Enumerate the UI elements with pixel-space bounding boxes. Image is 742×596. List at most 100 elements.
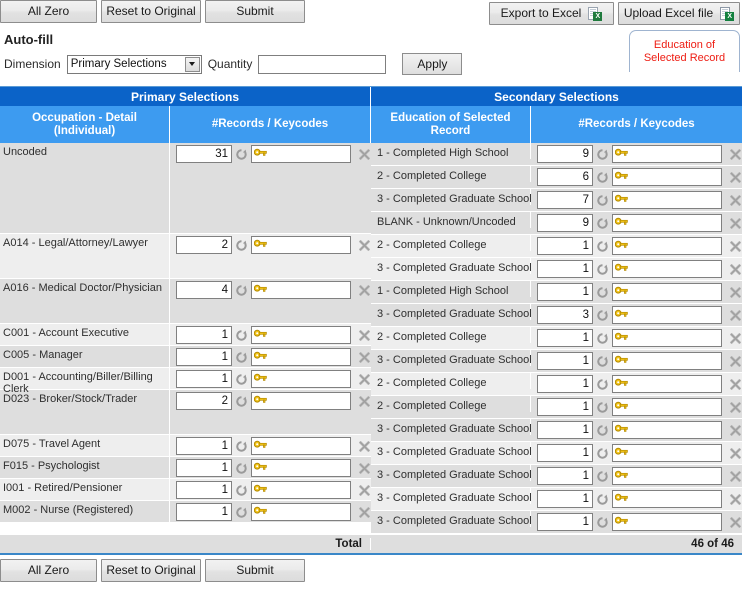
refresh-icon[interactable]	[235, 370, 248, 388]
refresh-icon[interactable]	[596, 214, 609, 232]
delete-x-icon[interactable]	[357, 481, 371, 499]
primary-count-input[interactable]	[176, 392, 232, 410]
primary-count-input[interactable]	[176, 370, 232, 388]
secondary-count-input[interactable]	[537, 306, 593, 324]
secondary-keycode-input[interactable]	[612, 306, 722, 324]
secondary-keycode-input[interactable]	[612, 214, 722, 232]
refresh-icon[interactable]	[235, 145, 248, 163]
delete-x-icon[interactable]	[357, 281, 371, 299]
refresh-icon[interactable]	[596, 375, 609, 393]
primary-keycode-input[interactable]	[251, 348, 351, 366]
primary-keycode-input[interactable]	[251, 437, 351, 455]
delete-x-icon[interactable]	[357, 370, 371, 388]
refresh-icon[interactable]	[596, 490, 609, 508]
refresh-icon[interactable]	[596, 421, 609, 439]
education-of-selected-record-tab[interactable]: Education of Selected Record	[629, 30, 740, 72]
refresh-icon[interactable]	[235, 481, 248, 499]
refresh-icon[interactable]	[235, 503, 248, 521]
reset-to-original-button-top[interactable]: Reset to Original	[101, 0, 201, 23]
secondary-count-input[interactable]	[537, 490, 593, 508]
refresh-icon[interactable]	[235, 348, 248, 366]
submit-button-bottom[interactable]: Submit	[205, 559, 305, 582]
secondary-count-input[interactable]	[537, 329, 593, 347]
delete-x-icon[interactable]	[728, 421, 742, 439]
refresh-icon[interactable]	[235, 281, 248, 299]
refresh-icon[interactable]	[596, 444, 609, 462]
secondary-count-input[interactable]	[537, 375, 593, 393]
secondary-keycode-input[interactable]	[612, 168, 722, 186]
secondary-keycode-input[interactable]	[612, 513, 722, 531]
refresh-icon[interactable]	[596, 398, 609, 416]
delete-x-icon[interactable]	[728, 444, 742, 462]
delete-x-icon[interactable]	[728, 260, 742, 278]
quantity-input[interactable]	[258, 54, 387, 74]
secondary-count-input[interactable]	[537, 168, 593, 186]
secondary-count-input[interactable]	[537, 237, 593, 255]
delete-x-icon[interactable]	[357, 503, 371, 521]
secondary-count-input[interactable]	[537, 467, 593, 485]
primary-keycode-input[interactable]	[251, 503, 351, 521]
delete-x-icon[interactable]	[728, 283, 742, 301]
delete-x-icon[interactable]	[728, 145, 742, 163]
secondary-keycode-input[interactable]	[612, 490, 722, 508]
primary-count-input[interactable]	[176, 437, 232, 455]
delete-x-icon[interactable]	[728, 375, 742, 393]
primary-keycode-input[interactable]	[251, 236, 351, 254]
primary-count-input[interactable]	[176, 348, 232, 366]
primary-count-input[interactable]	[176, 145, 232, 163]
primary-count-input[interactable]	[176, 481, 232, 499]
secondary-keycode-input[interactable]	[612, 467, 722, 485]
reset-to-original-button-bottom[interactable]: Reset to Original	[101, 559, 201, 582]
delete-x-icon[interactable]	[728, 214, 742, 232]
delete-x-icon[interactable]	[728, 467, 742, 485]
secondary-count-input[interactable]	[537, 513, 593, 531]
primary-keycode-input[interactable]	[251, 459, 351, 477]
secondary-keycode-input[interactable]	[612, 375, 722, 393]
apply-button[interactable]: Apply	[402, 53, 463, 75]
primary-count-input[interactable]	[176, 236, 232, 254]
dimension-select[interactable]: Primary Selections	[66, 54, 202, 74]
refresh-icon[interactable]	[596, 306, 609, 324]
primary-keycode-input[interactable]	[251, 326, 351, 344]
refresh-icon[interactable]	[235, 326, 248, 344]
delete-x-icon[interactable]	[728, 168, 742, 186]
secondary-count-input[interactable]	[537, 214, 593, 232]
secondary-keycode-input[interactable]	[612, 421, 722, 439]
refresh-icon[interactable]	[596, 237, 609, 255]
primary-keycode-input[interactable]	[251, 481, 351, 499]
secondary-count-input[interactable]	[537, 191, 593, 209]
delete-x-icon[interactable]	[357, 437, 371, 455]
primary-count-input[interactable]	[176, 459, 232, 477]
primary-count-input[interactable]	[176, 326, 232, 344]
secondary-count-input[interactable]	[537, 444, 593, 462]
refresh-icon[interactable]	[235, 236, 248, 254]
all-zero-button-bottom[interactable]: All Zero	[0, 559, 97, 582]
delete-x-icon[interactable]	[728, 490, 742, 508]
secondary-count-input[interactable]	[537, 421, 593, 439]
delete-x-icon[interactable]	[357, 145, 371, 163]
delete-x-icon[interactable]	[357, 326, 371, 344]
secondary-keycode-input[interactable]	[612, 352, 722, 370]
delete-x-icon[interactable]	[357, 459, 371, 477]
upload-excel-file-button[interactable]: Upload Excel file X	[618, 2, 740, 25]
delete-x-icon[interactable]	[357, 348, 371, 366]
secondary-count-input[interactable]	[537, 398, 593, 416]
refresh-icon[interactable]	[596, 168, 609, 186]
delete-x-icon[interactable]	[728, 329, 742, 347]
primary-keycode-input[interactable]	[251, 281, 351, 299]
refresh-icon[interactable]	[596, 191, 609, 209]
delete-x-icon[interactable]	[357, 392, 371, 410]
delete-x-icon[interactable]	[357, 236, 371, 254]
all-zero-button-top[interactable]: All Zero	[0, 0, 97, 23]
secondary-count-input[interactable]	[537, 260, 593, 278]
primary-keycode-input[interactable]	[251, 145, 351, 163]
delete-x-icon[interactable]	[728, 398, 742, 416]
delete-x-icon[interactable]	[728, 306, 742, 324]
export-to-excel-button[interactable]: Export to Excel X	[489, 2, 614, 25]
delete-x-icon[interactable]	[728, 513, 742, 531]
refresh-icon[interactable]	[596, 467, 609, 485]
secondary-keycode-input[interactable]	[612, 237, 722, 255]
secondary-keycode-input[interactable]	[612, 145, 722, 163]
secondary-keycode-input[interactable]	[612, 398, 722, 416]
secondary-keycode-input[interactable]	[612, 329, 722, 347]
